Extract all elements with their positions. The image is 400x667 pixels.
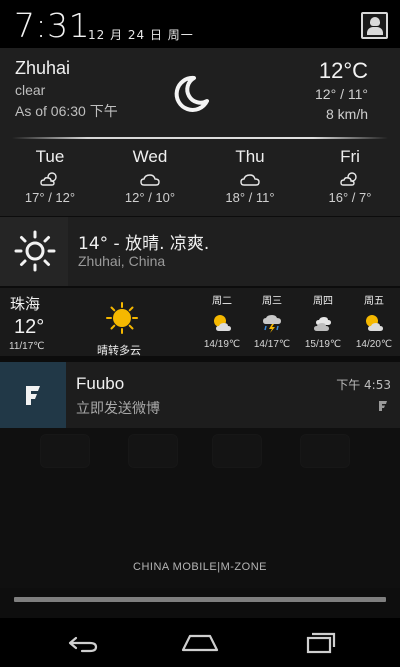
forecast-day-name: Fri: [340, 147, 360, 166]
cloudy-icon: [140, 174, 160, 186]
shade-bottom: [0, 588, 400, 618]
weather-summary-widget[interactable]: 14° - 放晴. 凉爽. Zhuhai, China: [0, 217, 400, 286]
cn-day-range: 14/17℃: [253, 339, 291, 350]
forecast-day-name: Thu: [235, 147, 265, 166]
status-header: 7:31 12 月 24 日 周一: [0, 0, 400, 48]
cn-range: 11/17℃: [9, 341, 45, 352]
home-button[interactable]: [170, 626, 230, 660]
notification-text: 立即发送微博: [76, 401, 160, 417]
notification-time: 下午 4:53: [336, 378, 391, 392]
partly-sunny-icon: [366, 315, 383, 331]
forecast-range: 12° / 10°: [124, 190, 176, 205]
cn-day-name: 周三: [262, 296, 282, 307]
summary-location: Zhuhai, China: [78, 253, 166, 269]
cn-city: 珠海: [10, 295, 41, 313]
notification-title: Fuubo: [76, 374, 125, 393]
recent-apps-button[interactable]: [288, 626, 348, 660]
profile-icon[interactable]: [361, 12, 388, 39]
fuubo-app-icon: [0, 362, 66, 428]
forecast-range: 16° / 7°: [328, 190, 372, 205]
clock: 7:31: [14, 6, 91, 45]
cn-weather-widget[interactable]: 珠海 12° 11/17℃ 晴转多云 周二 14/19℃ 周三 14/17℃ 周…: [0, 288, 400, 357]
cn-day-name: 周二: [212, 296, 232, 307]
forecast-row: Tue 17° / 12° Wed 12° / 10° Thu 18° / 11…: [0, 147, 400, 215]
partly-cloudy-icon: [40, 172, 57, 186]
cn-forecast-day: 周三 14/17℃: [248, 292, 296, 350]
cn-day-range: 15/19℃: [304, 339, 342, 350]
background-app-icon: [212, 434, 262, 468]
partly-sunny-icon: [214, 315, 231, 331]
partly-cloudy-icon: [340, 172, 357, 186]
weather-widget[interactable]: Zhuhai clear As of 06:30 下午 12°C 12° / 1…: [0, 48, 400, 216]
cn-forecast-day: 周二 14/19℃: [198, 292, 246, 350]
forecast-range: 18° / 11°: [225, 190, 275, 205]
forecast-day: Thu 18° / 11°: [200, 147, 300, 205]
fuubo-logo-icon: [26, 386, 40, 405]
forecast-day-name: Wed: [132, 147, 168, 166]
background-app-icon: [300, 434, 350, 468]
cn-forecast-day: 周五 14/20℃: [350, 292, 398, 350]
sun-icon: [106, 302, 138, 334]
recent-apps-icon: [306, 632, 336, 654]
divider: [12, 137, 388, 139]
cn-temperature: 12°: [14, 316, 45, 338]
weather-updated-time: As of 06:30 下午: [15, 103, 118, 119]
thunderstorm-icon: [263, 315, 281, 333]
current-temperature: 12°C: [318, 58, 368, 83]
sun-icon: [14, 230, 56, 272]
cn-condition: 晴转多云: [97, 344, 141, 357]
notification-shade-handle[interactable]: [14, 597, 386, 602]
forecast-day-name: Tue: [35, 147, 65, 166]
cn-day-name: 周五: [364, 296, 384, 307]
home-icon: [181, 634, 219, 652]
moon-icon: [174, 75, 209, 112]
summary-text: 14° - 放晴. 凉爽.: [78, 234, 210, 254]
cn-forecast-day: 周四 15/19℃: [299, 292, 347, 350]
background-app-icon: [128, 434, 178, 468]
back-icon: [68, 636, 98, 653]
summary-icon-box: [0, 217, 68, 286]
cloudy-icon: [314, 317, 331, 331]
notification-fuubo[interactable]: Fuubo 立即发送微博 下午 4:53: [0, 362, 400, 428]
wind-speed: 8 km/h: [325, 106, 368, 122]
cn-day-range: 14/19℃: [203, 339, 241, 350]
forecast-day: Tue 17° / 12°: [0, 147, 100, 205]
carrier-label: CHINA MOBILE|M-ZONE: [133, 561, 267, 573]
weather-city: Zhuhai: [15, 58, 71, 78]
weather-condition: clear: [15, 82, 46, 98]
background-app-icon: [40, 434, 90, 468]
date: 12 月 24 日 周一: [88, 28, 194, 42]
navigation-bar: [0, 618, 400, 667]
forecast-range: 17° / 12°: [24, 190, 76, 205]
fuubo-small-icon: [379, 401, 387, 411]
cloudy-icon: [240, 174, 260, 186]
forecast-day: Wed 12° / 10°: [100, 147, 200, 205]
high-low-temperature: 12° / 11°: [315, 86, 368, 102]
cn-day-range: 14/20℃: [355, 339, 393, 350]
cn-day-name: 周四: [313, 296, 333, 307]
forecast-day: Fri 16° / 7°: [300, 147, 400, 205]
back-button[interactable]: [52, 626, 112, 660]
